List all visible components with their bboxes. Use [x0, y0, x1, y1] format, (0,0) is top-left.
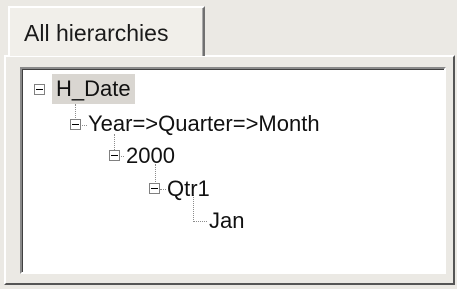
tree-node-label: Jan	[209, 208, 245, 233]
tree-node-label: Qtr1	[167, 176, 210, 201]
tab-label: All hierarchies	[24, 20, 169, 46]
tree-node-label: Year=>Quarter=>Month	[88, 111, 320, 136]
hierarchy-dialog: All hierarchies H_Date Year=>Quarter=>Mo…	[0, 0, 457, 289]
tree-node-year-quarter-month[interactable]: Year=>Quarter=>Month	[84, 109, 324, 139]
tree-node-h-date[interactable]: H_Date	[52, 74, 135, 104]
tree-node-2000[interactable]: 2000	[122, 141, 179, 171]
collapse-icon[interactable]	[34, 84, 45, 95]
collapse-icon[interactable]	[70, 119, 81, 130]
tree-node-label: H_Date	[52, 74, 135, 104]
tab-panel: H_Date Year=>Quarter=>Month 2000 Qtr1 Ja…	[4, 55, 455, 285]
tree-node-jan[interactable]: Jan	[205, 206, 248, 236]
collapse-icon[interactable]	[109, 150, 120, 161]
tree-node-qtr1[interactable]: Qtr1	[163, 174, 214, 204]
collapse-icon[interactable]	[149, 183, 160, 194]
tree-node-label: 2000	[126, 143, 175, 168]
hierarchy-tree[interactable]: H_Date Year=>Quarter=>Month 2000 Qtr1 Ja…	[20, 67, 446, 274]
tab-all-hierarchies[interactable]: All hierarchies	[8, 6, 205, 56]
